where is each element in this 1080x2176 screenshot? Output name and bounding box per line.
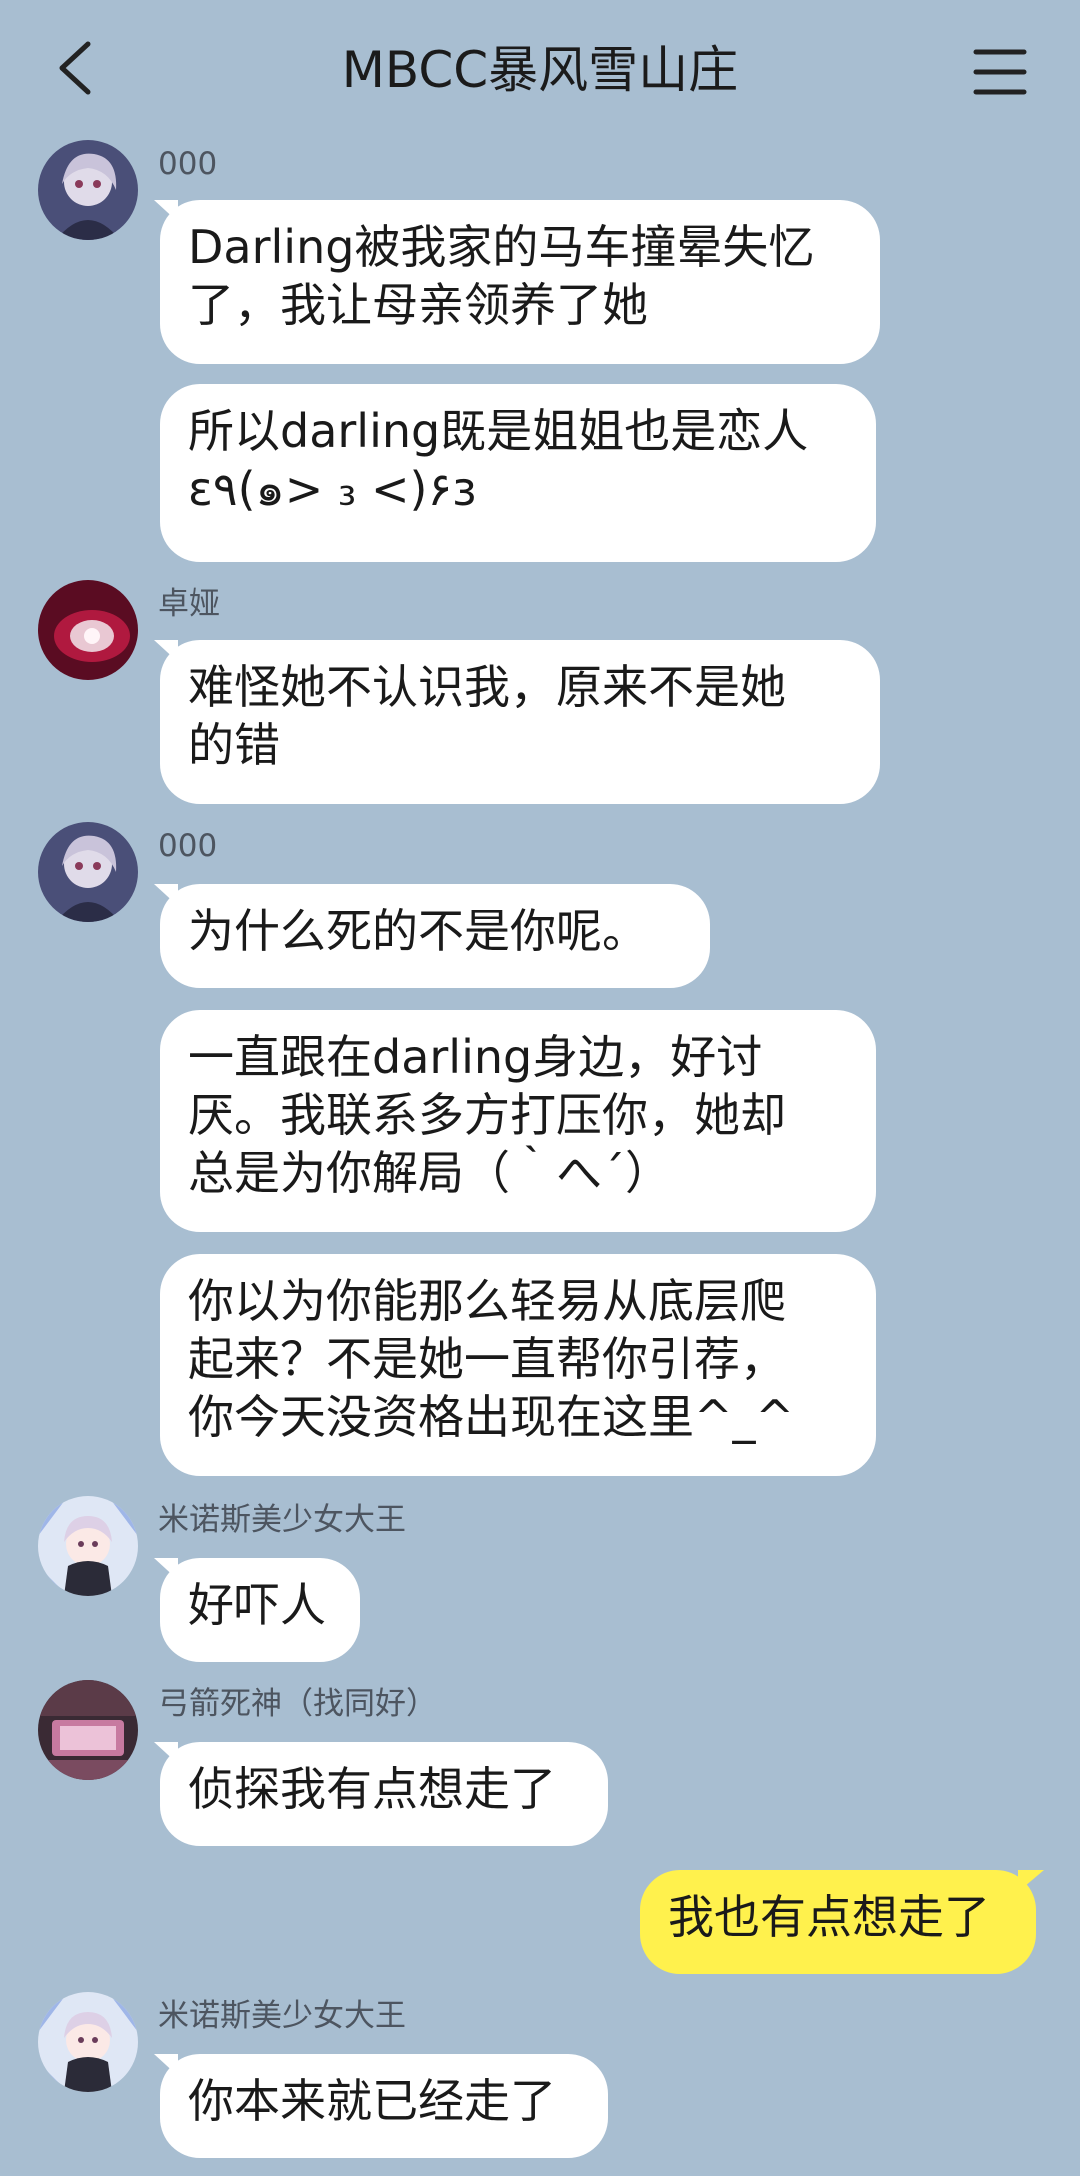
chevron-left-icon — [59, 41, 91, 95]
message-bubble[interactable]: 侦探我有点想走了 — [160, 1742, 608, 1846]
menu-button[interactable] — [970, 44, 1030, 100]
sender-name: 米诺斯美少女大王 — [158, 1998, 406, 2034]
avatar-image-000 — [38, 822, 138, 922]
message-text: 为什么死的不是你呢。 — [188, 904, 648, 958]
message-bubble[interactable]: 你以为你能那么轻易从底层爬 起来？不是她一直帮你引荐， 你今天没资格出现在这里^… — [160, 1254, 876, 1476]
chat-title: MBCC暴风雪山庄 — [341, 41, 739, 99]
avatar-minos[interactable] — [38, 1496, 138, 1596]
message-text: 你本来就已经走了 — [188, 2074, 556, 2128]
avatar-image-000 — [38, 140, 138, 240]
message-bubble[interactable]: 好吓人 — [160, 1558, 360, 1662]
chat-header: MBCC暴风雪山庄 — [0, 0, 1080, 140]
message-text: 所以darling既是姐姐也是恋人 ε٩(๑> ₃ <)۶з — [188, 404, 809, 516]
message-text: 侦探我有点想走了 — [188, 1762, 556, 1816]
avatar-zhuoya[interactable] — [38, 580, 138, 680]
avatar-000[interactable] — [38, 140, 138, 240]
sender-name: 米诺斯美少女大王 — [158, 1502, 406, 1538]
back-button[interactable] — [48, 36, 104, 100]
message-bubble[interactable]: 你本来就已经走了 — [160, 2054, 608, 2158]
message-text: 好吓人 — [188, 1578, 326, 1632]
avatar-image-zhuoya — [38, 580, 138, 680]
message-bubble[interactable]: 一直跟在darling身边，好讨 厌。我联系多方打压你，她却 总是为你解局（｀へ… — [160, 1010, 876, 1232]
sender-name: 弓箭死神（找同好） — [158, 1686, 437, 1722]
avatar-image-archer — [38, 1680, 138, 1780]
message-bubble[interactable]: 所以darling既是姐姐也是恋人 ε٩(๑> ₃ <)۶з — [160, 384, 876, 562]
sender-name: 000 — [158, 146, 218, 182]
avatar-000[interactable] — [38, 822, 138, 922]
avatar-minos[interactable] — [38, 1992, 138, 2092]
message-bubble[interactable]: 为什么死的不是你呢。 — [160, 884, 710, 988]
avatar-image-minos — [38, 1992, 138, 2092]
message-text: 你以为你能那么轻易从底层爬 起来？不是她一直帮你引荐， 你今天没资格出现在这里^… — [188, 1274, 795, 1444]
message-text: Darling被我家的马车撞晕失忆 了，我让母亲领养了她 — [188, 220, 815, 332]
hamburger-menu-icon — [973, 49, 1027, 95]
avatar-image-minos — [38, 1496, 138, 1596]
my-message-bubble[interactable]: 我也有点想走了 — [640, 1870, 1036, 1974]
avatar-archer[interactable] — [38, 1680, 138, 1780]
sender-name: 卓娅 — [158, 586, 220, 622]
message-text: 难怪她不认识我，原来不是她 的错 — [188, 660, 786, 772]
message-text: 一直跟在darling身边，好讨 厌。我联系多方打压你，她却 总是为你解局（｀へ… — [188, 1030, 786, 1200]
sender-name: 000 — [158, 828, 218, 864]
message-bubble[interactable]: Darling被我家的马车撞晕失忆 了，我让母亲领养了她 — [160, 200, 880, 364]
message-bubble[interactable]: 难怪她不认识我，原来不是她 的错 — [160, 640, 880, 804]
message-text: 我也有点想走了 — [668, 1890, 990, 1944]
